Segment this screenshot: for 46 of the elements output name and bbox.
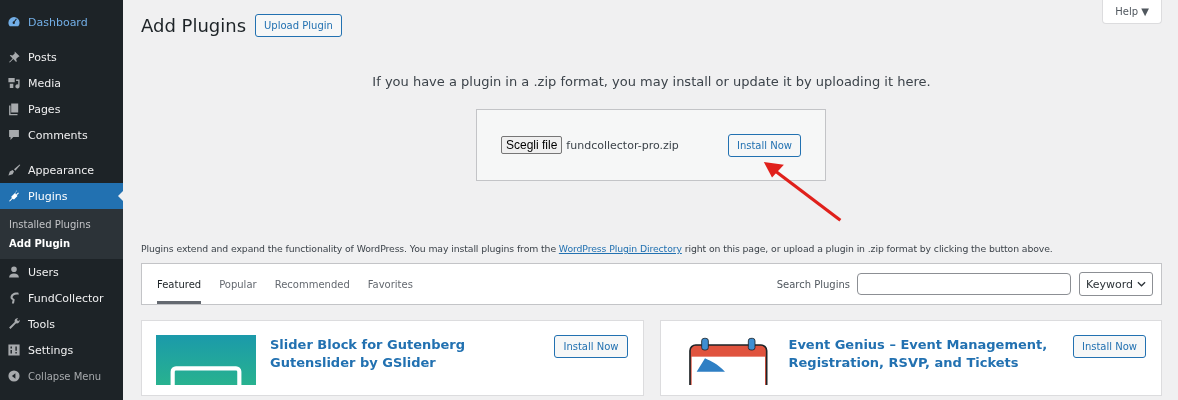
filter-tab[interactable]: Favorites bbox=[367, 264, 413, 304]
gauge-icon bbox=[7, 15, 21, 29]
menu-item[interactable]: FundCollector bbox=[0, 285, 123, 311]
filter-tab[interactable]: Popular bbox=[219, 264, 257, 304]
description-text: Plugins extend and expand the functionality of WordPress. You may install plugins from the WordPress Plugin Directory right on this page, or upload a plugin in .zip format by clicking the button above. bbox=[141, 243, 1054, 254]
help-button[interactable]: Help ▼ bbox=[1102, 0, 1162, 24]
install-now-button[interactable]: Install Now bbox=[1072, 335, 1146, 358]
menu-item[interactable]: Plugins bbox=[0, 183, 123, 209]
filter-tab[interactable]: Recommended bbox=[274, 264, 350, 304]
install-now-button[interactable]: Install Now bbox=[554, 335, 628, 358]
menu-item[interactable]: Users bbox=[0, 259, 123, 285]
brush-icon bbox=[7, 163, 21, 177]
file-name: fundcollector-pro.zip bbox=[566, 138, 679, 152]
plugin-directory-link[interactable]: WordPress Plugin Directory bbox=[558, 243, 682, 254]
collapse-icon bbox=[7, 369, 21, 383]
menu-item[interactable]: Media bbox=[0, 70, 123, 96]
pushpin-icon bbox=[7, 50, 21, 64]
menu-item[interactable]: Comments bbox=[0, 122, 123, 148]
collapse-menu-button[interactable]: Collapse Menu bbox=[0, 363, 123, 389]
plug-icon bbox=[7, 189, 21, 203]
upload-instructions: If you have a plugin in a .zip format, you may install or update it by uploading it here. bbox=[371, 74, 932, 89]
menu-item[interactable]: Appearance bbox=[0, 157, 123, 183]
filter-tab[interactable]: Featured bbox=[157, 264, 202, 304]
install-now-button[interactable]: Install Now bbox=[727, 133, 801, 157]
choose-file-button[interactable]: Scegli file bbox=[501, 136, 563, 154]
comment-icon bbox=[7, 128, 21, 142]
chevron-icon bbox=[1137, 281, 1146, 287]
upload-plugin-button[interactable]: Upload Plugin bbox=[255, 14, 342, 37]
menu-item[interactable]: Settings bbox=[0, 337, 123, 363]
plugin-name-link[interactable]: Event Genius – Event Management, Registration, RSVP, and Tickets bbox=[788, 335, 1059, 372]
user-icon bbox=[7, 265, 21, 279]
pages-icon bbox=[7, 102, 21, 116]
submenu-item[interactable]: Installed Plugins bbox=[0, 215, 123, 234]
menu-item[interactable]: Dashboard bbox=[0, 9, 123, 35]
plugin-name-link[interactable]: Slider Block for Gutenberg Gutenslider by GSlider bbox=[270, 335, 541, 372]
submenu-item[interactable]: Add Plugin bbox=[0, 234, 123, 253]
search-label: Search Plugins bbox=[776, 278, 850, 290]
search-type-dropdown[interactable]: Keyword bbox=[1079, 272, 1153, 296]
settings-icon bbox=[7, 343, 21, 357]
menu-item[interactable]: Posts bbox=[0, 44, 123, 70]
menu-item[interactable]: Pages bbox=[0, 96, 123, 122]
search-field[interactable] bbox=[857, 273, 1071, 295]
media-icon bbox=[7, 76, 21, 90]
menu-item[interactable]: Tools bbox=[0, 311, 123, 337]
wrench-icon bbox=[7, 317, 21, 331]
page-title: Add Plugins bbox=[141, 15, 247, 36]
